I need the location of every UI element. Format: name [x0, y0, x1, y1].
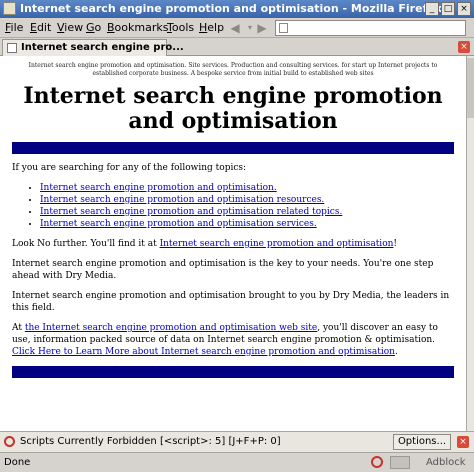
- status-bar: Done Adblock: [0, 452, 474, 472]
- menu-bookmarks[interactable]: Bookmarks: [107, 21, 168, 34]
- menu-go[interactable]: Go: [86, 21, 101, 34]
- minimize-button[interactable]: _: [425, 2, 439, 16]
- page-favicon-icon: [7, 43, 17, 53]
- tab-label: Internet search engine pro...: [21, 42, 184, 53]
- paragraph-key-needs: Internet search engine promotion and opt…: [12, 259, 434, 281]
- close-window-button[interactable]: ×: [457, 2, 471, 16]
- page-small-header: Internet search engine promotion and opt…: [28, 62, 438, 77]
- tab-bar: Internet search engine pro...: [0, 38, 474, 56]
- firefox-icon: [3, 2, 16, 15]
- noscript-forbidden-icon: [4, 436, 15, 447]
- list-item: Internet search engine promotion and opt…: [40, 206, 466, 218]
- tab-active[interactable]: Internet search engine pro...: [2, 39, 184, 56]
- divider-bar-bottom: [12, 366, 454, 378]
- title-bar: Internet search engine promotion and opt…: [0, 0, 474, 18]
- close-noscript-bar-icon[interactable]: ×: [457, 436, 469, 448]
- list-item: Internet search engine promotion and opt…: [40, 194, 466, 206]
- learn-more-link[interactable]: Click Here to Learn More about Internet …: [12, 347, 395, 357]
- menu-view[interactable]: View: [57, 21, 83, 34]
- web-site-link[interactable]: the Internet search engine promotion and…: [25, 323, 317, 333]
- back-icon[interactable]: ◀: [228, 21, 242, 35]
- intro-text: If you are searching for any of the foll…: [12, 163, 247, 173]
- menu-edit[interactable]: Edit: [30, 21, 51, 34]
- paragraph-web-site: At the Internet search engine promotion …: [12, 323, 438, 357]
- topic-link-1[interactable]: Internet search engine promotion and opt…: [40, 183, 277, 193]
- list-item: Internet search engine promotion and opt…: [40, 218, 466, 230]
- noscript-status-text: Scripts Currently Forbidden [<script>: 5…: [20, 436, 281, 447]
- noscript-bar: Scripts Currently Forbidden [<script>: 5…: [0, 431, 474, 452]
- status-text: Done: [4, 457, 31, 468]
- page-content: Internet search engine promotion and opt…: [0, 56, 466, 431]
- window-title: Internet search engine promotion and opt…: [20, 2, 443, 15]
- maximize-button[interactable]: □: [441, 2, 455, 16]
- topics-list: Internet search engine promotion and opt…: [40, 182, 466, 230]
- page-icon: [279, 23, 288, 33]
- divider-bar-top: [12, 142, 454, 154]
- menu-file[interactable]: File: [5, 21, 23, 34]
- options-button[interactable]: Options...: [393, 434, 451, 450]
- scrollbar-thumb[interactable]: [467, 58, 474, 118]
- close-tab-icon[interactable]: ×: [458, 41, 470, 53]
- adblock-label[interactable]: Adblock: [426, 457, 466, 468]
- noscript-status-icon[interactable]: [371, 456, 383, 468]
- topic-link-4[interactable]: Internet search engine promotion and opt…: [40, 219, 317, 229]
- topic-link-2[interactable]: Internet search engine promotion and opt…: [40, 195, 324, 205]
- url-input[interactable]: [275, 20, 466, 36]
- menu-tools[interactable]: Tools: [167, 21, 194, 34]
- menu-help[interactable]: Help: [199, 21, 224, 34]
- paragraph-leaders: Internet search engine promotion and opt…: [12, 291, 450, 313]
- look-further-text: Look No further. You'll find it at Inter…: [12, 239, 398, 249]
- extension-icon[interactable]: [390, 456, 410, 469]
- forward-icon[interactable]: ▶: [255, 21, 269, 35]
- vertical-scrollbar[interactable]: [466, 56, 474, 431]
- look-further-link[interactable]: Internet search engine promotion and opt…: [160, 239, 394, 249]
- list-item: Internet search engine promotion and opt…: [40, 182, 466, 194]
- topic-link-3[interactable]: Internet search engine promotion and opt…: [40, 207, 342, 217]
- page-heading: Internet search engine promotion and opt…: [23, 83, 443, 134]
